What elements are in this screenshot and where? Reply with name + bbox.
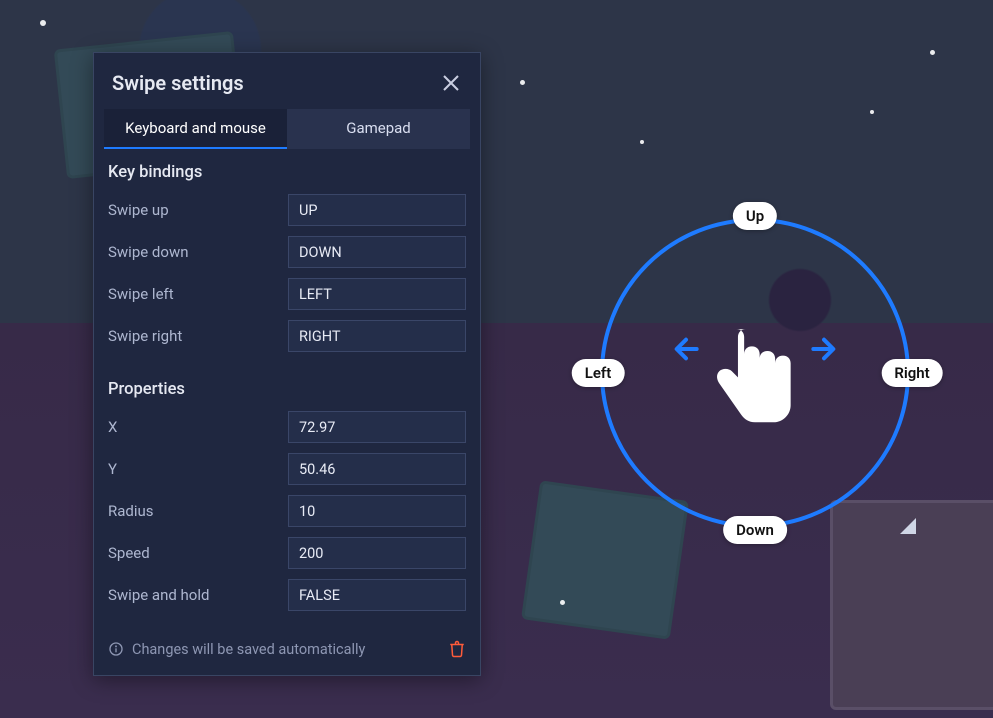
input-swipe-right[interactable] — [288, 320, 466, 352]
input-x[interactable] — [288, 411, 466, 443]
input-speed[interactable] — [288, 537, 466, 569]
tab-keyboard-and-mouse[interactable]: Keyboard and mouse — [104, 109, 287, 149]
label-y: Y — [108, 460, 288, 478]
direction-pill-down[interactable]: Down — [723, 516, 787, 544]
snow-dot — [870, 110, 874, 114]
autosave-note: Changes will be saved automatically — [108, 641, 365, 658]
swipe-settings-panel: Swipe settings Keyboard and mouse Gamepa… — [93, 52, 481, 676]
input-radius[interactable] — [288, 495, 466, 527]
close-icon — [441, 73, 461, 93]
panel-footer: Changes will be saved automatically — [94, 625, 480, 675]
row-swipe-left: Swipe left — [108, 278, 466, 310]
direction-pill-up[interactable]: Up — [733, 202, 777, 230]
swipe-overlay[interactable]: Up Down Left Right — [600, 218, 910, 528]
direction-pill-left[interactable]: Left — [572, 359, 625, 387]
row-swipe-up: Swipe up — [108, 194, 466, 226]
direction-pill-right[interactable]: Right — [881, 359, 942, 387]
tab-gamepad[interactable]: Gamepad — [287, 109, 470, 149]
key-bindings-heading: Key bindings — [108, 163, 466, 182]
row-x: X — [108, 411, 466, 443]
label-swipe-and-hold: Swipe and hold — [108, 586, 288, 604]
input-swipe-down[interactable] — [288, 236, 466, 268]
resize-handle[interactable] — [900, 518, 916, 534]
properties-heading: Properties — [108, 380, 466, 399]
label-swipe-down: Swipe down — [108, 243, 288, 261]
input-y[interactable] — [288, 453, 466, 485]
input-swipe-left[interactable] — [288, 278, 466, 310]
label-speed: Speed — [108, 544, 288, 562]
row-swipe-and-hold: Swipe and hold — [108, 579, 466, 611]
snow-dot — [560, 600, 565, 605]
properties-section: Properties X Y Radius Speed Swipe and ho… — [94, 366, 480, 625]
row-swipe-right: Swipe right — [108, 320, 466, 352]
label-swipe-left: Swipe left — [108, 285, 288, 303]
trash-icon — [448, 639, 466, 659]
snow-dot — [40, 20, 46, 26]
row-speed: Speed — [108, 537, 466, 569]
hand-pointer-icon — [695, 306, 815, 446]
tab-bar: Keyboard and mouse Gamepad — [104, 109, 470, 149]
label-x: X — [108, 418, 288, 436]
snow-dot — [640, 140, 644, 144]
label-radius: Radius — [108, 502, 288, 520]
snow-dot — [930, 50, 935, 55]
info-icon — [108, 641, 124, 657]
input-swipe-up[interactable] — [288, 194, 466, 226]
row-y: Y — [108, 453, 466, 485]
row-radius: Radius — [108, 495, 466, 527]
panel-header: Swipe settings — [94, 53, 480, 109]
row-swipe-down: Swipe down — [108, 236, 466, 268]
input-swipe-and-hold[interactable] — [288, 579, 466, 611]
label-swipe-right: Swipe right — [108, 327, 288, 345]
panel-title: Swipe settings — [112, 71, 244, 95]
autosave-text: Changes will be saved automatically — [132, 641, 365, 658]
key-bindings-section: Key bindings Swipe up Swipe down Swipe l… — [94, 149, 480, 366]
snow-dot — [520, 80, 525, 85]
delete-button[interactable] — [448, 639, 466, 659]
close-button[interactable] — [440, 72, 462, 94]
label-swipe-up: Swipe up — [108, 201, 288, 219]
